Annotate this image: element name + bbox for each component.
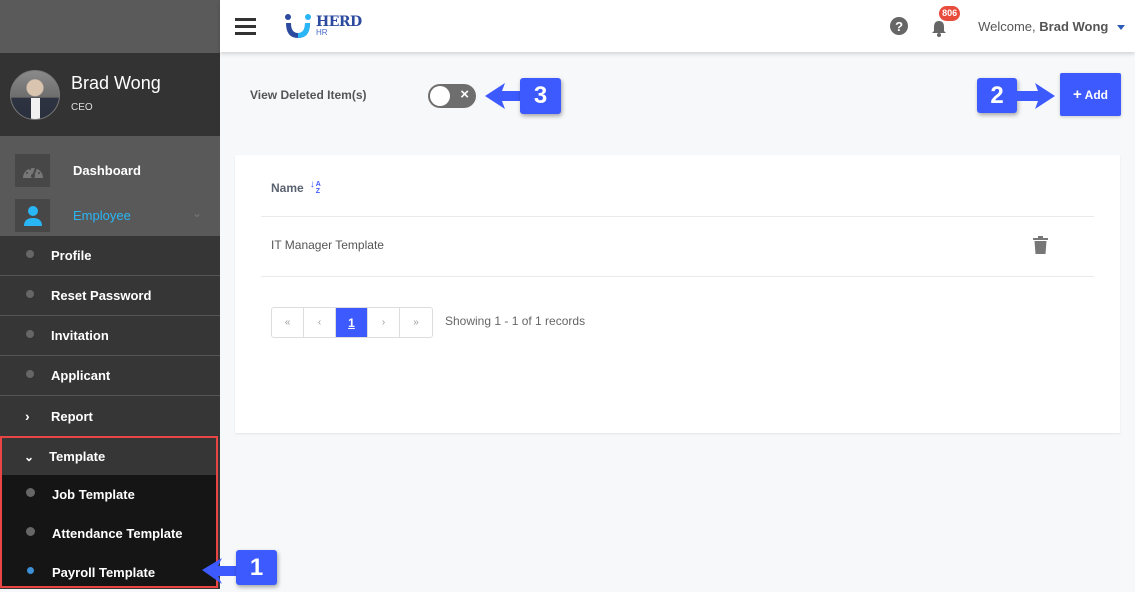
- help-icon[interactable]: ?: [890, 17, 909, 35]
- welcome-label: Welcome,: [978, 18, 1036, 34]
- row-name: IT Manager Template: [271, 238, 384, 252]
- sidebar-item-label: Profile: [51, 248, 92, 263]
- user-menu[interactable]: Welcome, Brad Wong: [978, 19, 1125, 34]
- sidebar-item-label: Reset Password: [51, 288, 152, 303]
- trash-icon: [1033, 236, 1048, 254]
- column-header-label: Name: [271, 181, 304, 195]
- bullet-icon: [26, 329, 34, 338]
- records-summary: Showing 1 - 1 of 1 records: [445, 314, 586, 328]
- logo-subtext: HR: [316, 28, 328, 37]
- sidebar-item-applicant[interactable]: Applicant: [0, 356, 220, 396]
- page-current-button[interactable]: 1: [336, 308, 368, 337]
- bullet-icon: [26, 369, 34, 378]
- sidebar-item-label: Employee: [73, 208, 131, 223]
- table-row[interactable]: IT Manager Template: [271, 238, 384, 252]
- sidebar-item-label: Invitation: [51, 328, 109, 343]
- profile-name: Brad Wong: [71, 72, 161, 93]
- sidebar-item-label: Attendance Template: [52, 526, 183, 541]
- sidebar-item-dashboard[interactable]: Dashboard: [0, 148, 220, 193]
- hamburger-icon: [235, 17, 256, 21]
- sidebar-item-label: Dashboard: [73, 163, 141, 178]
- logo-text: HERD: [316, 14, 362, 30]
- sidebar-item-profile[interactable]: Profile: [0, 236, 220, 276]
- active-bullet-icon: [27, 566, 34, 574]
- view-deleted-label: View Deleted Item(s): [250, 88, 367, 102]
- sidebar-item-template[interactable]: ⌄ Template: [2, 438, 216, 475]
- template-group-highlight: ⌄ Template Job Template Attendance Templ…: [0, 436, 218, 588]
- page-next-button[interactable]: ›: [368, 308, 400, 337]
- add-button-label: Add: [1084, 88, 1108, 102]
- sidebar-main-menu: Dashboard Employee ⌄: [0, 136, 220, 236]
- page-first-button[interactable]: «: [272, 308, 304, 337]
- bullet-icon: [26, 249, 34, 258]
- caret-down-icon: [1117, 24, 1125, 30]
- annotation-callout-3: 3: [520, 78, 561, 114]
- menu-toggle-button[interactable]: [235, 17, 256, 35]
- profile-panel: Brad Wong CEO: [0, 53, 220, 136]
- notification-badge: 806: [939, 6, 961, 21]
- annotation-callout-2: 2: [977, 78, 1017, 113]
- profile-role: CEO: [71, 101, 93, 113]
- sidebar-item-report[interactable]: › Report: [0, 396, 220, 436]
- user-icon: [23, 205, 42, 226]
- sidebar-item-label: Template: [49, 449, 106, 464]
- add-button[interactable]: + Add: [1060, 73, 1121, 116]
- divider: [261, 276, 1094, 277]
- view-deleted-toggle[interactable]: ×: [428, 84, 476, 108]
- annotation-callout-1: 1: [236, 550, 277, 585]
- bell-icon: [932, 21, 947, 37]
- sidebar-item-attendance-template[interactable]: Attendance Template: [2, 514, 216, 553]
- sort-az-icon[interactable]: ↓ A Z: [310, 180, 321, 196]
- sidebar-item-reset-password[interactable]: Reset Password: [0, 276, 220, 316]
- dashboard-gauge-icon: [22, 167, 43, 178]
- pagination: « ‹ 1 › »: [271, 307, 433, 338]
- sidebar-item-label: Report: [51, 408, 93, 424]
- delete-button[interactable]: [1033, 236, 1048, 259]
- chevron-down-icon: ⌄: [24, 449, 35, 464]
- annotation-arrow-2: [1015, 83, 1055, 109]
- bullet-icon: [26, 487, 35, 497]
- herd-logo-icon: [285, 14, 311, 38]
- sidebar-item-label: Payroll Template: [52, 565, 156, 580]
- toggle-knob: [430, 86, 450, 106]
- user-name: Brad Wong: [1039, 18, 1109, 34]
- page-last-button[interactable]: »: [400, 308, 432, 337]
- sidebar-item-job-template[interactable]: Job Template: [2, 475, 216, 514]
- column-header-name[interactable]: Name ↓ A Z: [271, 180, 321, 196]
- sidebar-item-label: Job Template: [52, 487, 135, 502]
- page-prev-button[interactable]: ‹: [304, 308, 336, 337]
- sidebar-item-payroll-template[interactable]: Payroll Template: [2, 553, 216, 592]
- chevron-down-icon: ⌄: [191, 206, 202, 220]
- annotation-arrow-3: [485, 83, 525, 109]
- sidebar-item-invitation[interactable]: Invitation: [0, 316, 220, 356]
- notifications-button[interactable]: 806: [932, 6, 961, 37]
- divider: [261, 216, 1094, 217]
- sidebar-item-employee[interactable]: Employee ⌄: [0, 193, 220, 238]
- bullet-icon: [26, 526, 35, 536]
- plus-icon: +: [1073, 86, 1082, 103]
- avatar[interactable]: [10, 69, 60, 120]
- topbar: HERD HR ? 806 Welcome, Brad Wong: [220, 0, 1135, 52]
- annotation-arrow-1: [202, 558, 240, 584]
- logo[interactable]: HERD HR: [284, 13, 362, 39]
- sidebar-header: [0, 0, 220, 53]
- bullet-icon: [26, 289, 34, 298]
- chevron-right-icon: ›: [25, 408, 30, 424]
- close-icon: ×: [460, 86, 469, 103]
- template-list-card: Name ↓ A Z IT Manager Template « ‹ 1 › » S…: [235, 155, 1120, 433]
- employee-submenu: Profile Reset Password Invitation Applic…: [0, 236, 220, 436]
- sidebar-item-label: Applicant: [51, 368, 111, 383]
